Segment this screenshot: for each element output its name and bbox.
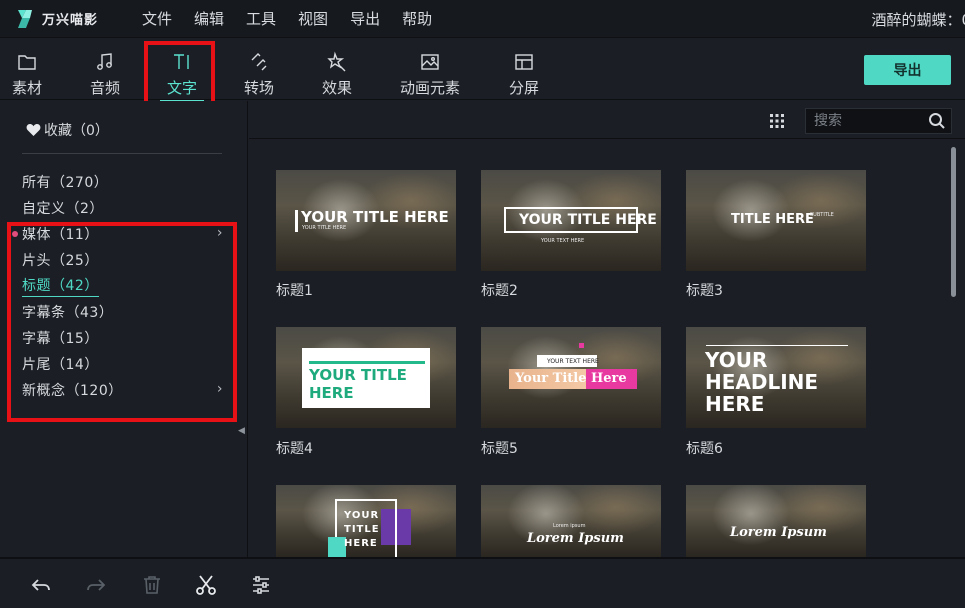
title-thumbnail-6[interactable]: YOUR HEADLINE HERE: [686, 327, 866, 428]
title-thumbnail-2[interactable]: YOUR TITLE HERE YOUR TEXT HERE: [481, 170, 661, 271]
title-preview-text: YOUR TITLE HERE: [344, 510, 380, 549]
favorites-label: 收藏（0）: [44, 123, 109, 139]
tab-transitions[interactable]: 转场: [243, 38, 275, 100]
transition-icon: [251, 53, 267, 71]
title-thumbnail-9[interactable]: Lorem Ipsum: [686, 485, 866, 557]
sidebar-item-custom[interactable]: 自定义（2）: [22, 196, 227, 220]
title-thumbnail-7[interactable]: YOUR TITLE HERE: [276, 485, 456, 557]
user-account[interactable]: 酒醉的蝴蝶：0: [871, 9, 965, 30]
sidebar-item-label: 所有（270）: [22, 175, 109, 191]
search-box: [805, 108, 952, 134]
folder-icon: [18, 55, 36, 70]
app-name: 万兴喵影: [42, 13, 99, 28]
tab-audio[interactable]: 音频: [89, 38, 121, 100]
effects-icon: [327, 51, 346, 72]
title-preview-subtext: Lorem ipsum: [553, 523, 586, 529]
accent-line: [706, 345, 848, 346]
title-preview-subtext: SUBTITLE: [810, 212, 834, 218]
menu-edit[interactable]: 编辑: [194, 8, 224, 29]
library-scrollbar[interactable]: [949, 143, 957, 553]
category-sidebar: 收藏（0） 所有（270） 自定义（2） 媒体（11） › 片头（25） 标题（…: [0, 101, 248, 557]
menu-view[interactable]: 视图: [298, 8, 328, 29]
highlight-box-text-tab: [144, 41, 215, 107]
title-thumbnail-4[interactable]: YOUR TITLE HERE: [276, 327, 456, 428]
highlight-box-categories: [7, 222, 237, 422]
thumbnail-label: 标题4: [276, 441, 313, 457]
tab-media[interactable]: 素材: [11, 38, 43, 100]
title-preview-text: TITLE HERE: [731, 212, 814, 227]
tab-transitions-label: 转场: [243, 79, 274, 97]
title-preview-subtext: YOUR TITLE HERE: [302, 225, 347, 231]
image-icon: [421, 54, 439, 70]
delete-icon[interactable]: [140, 573, 164, 597]
tab-effects-label: 效果: [321, 79, 352, 97]
title-preview-text: YOUR TITLE HERE: [309, 366, 407, 402]
menu-tools[interactable]: 工具: [246, 8, 276, 29]
undo-icon[interactable]: [29, 573, 53, 597]
scissors-icon[interactable]: [194, 573, 218, 597]
tab-split-screen-label: 分屏: [508, 79, 539, 97]
split-screen-icon: [515, 54, 533, 70]
tab-media-label: 素材: [11, 79, 42, 97]
title-thumbnail-1[interactable]: YOUR TITLE HERE YOUR TITLE HERE: [276, 170, 456, 271]
search-icon[interactable]: [928, 112, 946, 130]
thumbnail-label: 标题1: [276, 283, 313, 299]
title-preview-subtext: YOUR TEXT HERE: [547, 358, 599, 365]
thumbnail-label: 标题5: [481, 441, 518, 457]
tab-effects[interactable]: 效果: [321, 38, 353, 100]
sidebar-item-all[interactable]: 所有（270）: [22, 170, 227, 194]
confetti: [579, 343, 584, 348]
collapse-sidebar-handle[interactable]: ◀: [238, 426, 246, 440]
menu-file[interactable]: 文件: [142, 8, 172, 29]
thumbnail-label: 标题6: [686, 441, 723, 457]
redo-icon[interactable]: [84, 573, 108, 597]
favorites-item[interactable]: 收藏（0）: [26, 120, 109, 140]
menu-help[interactable]: 帮助: [402, 8, 432, 29]
thumbnail-label: 标题3: [686, 283, 723, 299]
sidebar-item-label: 自定义（2）: [22, 201, 104, 217]
title-preview-text: YOUR TITLE HERE: [301, 208, 449, 226]
accent-line: [309, 361, 425, 364]
title-thumbnail-8[interactable]: Lorem ipsum Lorem Ipsum: [481, 485, 661, 557]
export-button[interactable]: 导出: [864, 55, 951, 85]
edit-toolbar: [0, 557, 965, 608]
music-note-icon: [97, 53, 112, 70]
library-toolbar: [249, 101, 965, 139]
menu-bar: 万兴喵影 文件 编辑 工具 视图 导出 帮助 酒醉的蝴蝶：0: [0, 0, 965, 38]
title-preview-text: YOUR HEADLINE HERE: [705, 348, 819, 416]
app-window: 万兴喵影 文件 编辑 工具 视图 导出 帮助 酒醉的蝴蝶：0 素材 音频 文字: [0, 0, 965, 608]
adjust-icon[interactable]: [249, 573, 273, 597]
title-preview-text: Your Title Here: [515, 371, 627, 386]
tab-audio-label: 音频: [89, 79, 120, 97]
thumbnail-label: 标题2: [481, 283, 518, 299]
accent-bar: [295, 210, 298, 232]
sidebar-divider: [22, 153, 222, 154]
title-preview-text: YOUR TITLE HERE: [519, 212, 657, 228]
search-input[interactable]: [806, 109, 926, 133]
menu-export[interactable]: 导出: [350, 8, 380, 29]
tab-elements-label: 动画元素: [399, 79, 460, 97]
scrollbar-thumb[interactable]: [951, 147, 956, 297]
title-preview-text: Lorem Ipsum: [527, 531, 624, 546]
heart-icon: [26, 124, 41, 136]
title-thumbnail-3[interactable]: TITLE HERE SUBTITLE: [686, 170, 866, 271]
tab-split-screen[interactable]: 分屏: [508, 38, 540, 100]
tab-elements[interactable]: 动画元素: [398, 38, 462, 100]
filmora-logo-icon: [18, 9, 32, 28]
title-thumbnail-5[interactable]: YOUR TEXT HERE Your Title Here: [481, 327, 661, 428]
grid-view-icon[interactable]: [769, 113, 785, 129]
title-library: YOUR TITLE HERE YOUR TITLE HERE 标题1 YOUR…: [249, 101, 965, 557]
title-preview-text: Lorem Ipsum: [730, 525, 827, 540]
title-preview-subtext: YOUR TEXT HERE: [541, 238, 585, 244]
app-logo: 万兴喵影: [14, 8, 142, 30]
